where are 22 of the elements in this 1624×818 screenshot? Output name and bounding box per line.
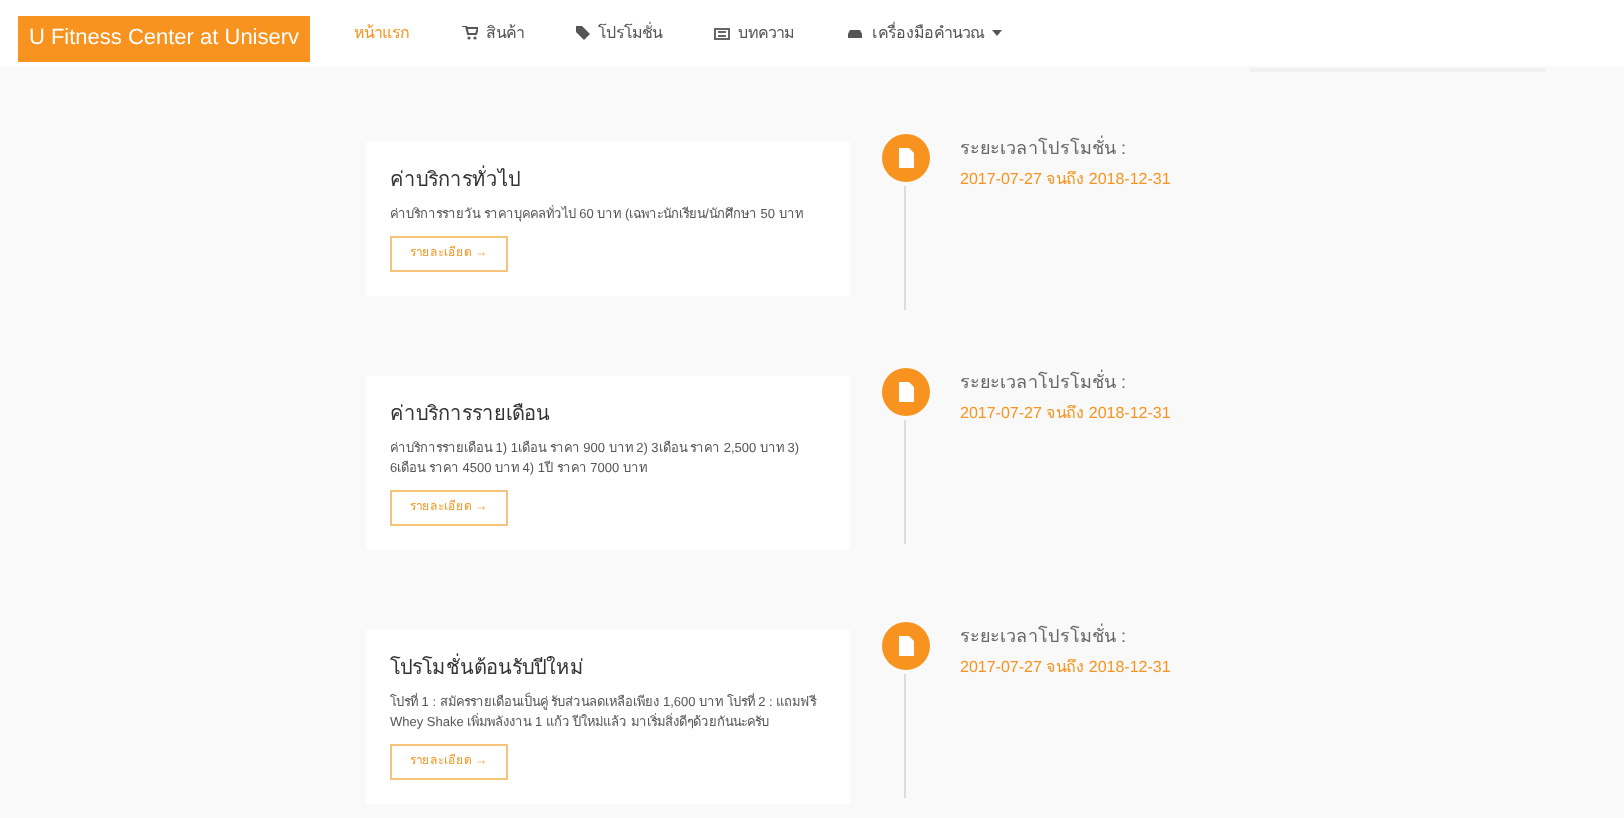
- newspaper-icon: [714, 27, 730, 39]
- nav-link[interactable]: สินค้า: [450, 21, 536, 45]
- document-icon: [881, 368, 929, 416]
- nav-link[interactable]: บทความ: [702, 21, 806, 45]
- nav-link[interactable]: โปรโมชั่น: [564, 21, 674, 45]
- car-icon: [846, 27, 864, 39]
- card-title: ค่าบริการรายเดือน: [390, 401, 552, 430]
- document-icon: [881, 134, 929, 182]
- card-title: ค่าบริการทั่วไป: [390, 166, 826, 196]
- brand-link[interactable]: U Fitness Center at Uniserv: [18, 16, 310, 62]
- period-label: ระยะเวลาโปรโมชั่น :: [960, 624, 1129, 650]
- card-title: โปรโมชั่นต้อนรับปีใหม่: [390, 654, 826, 684]
- period-label: ระยะเวลาโปรโมชั่น :: [960, 370, 1129, 396]
- nav-link[interactable]: เครื่องมือคำนวณ: [834, 21, 1014, 45]
- period-label: ระยะเวลาโปรโมชั่น :: [960, 136, 1129, 162]
- period-dates: 2017-07-27 จนถึง 2018-12-31: [960, 167, 1171, 191]
- document-icon: [881, 622, 929, 670]
- tag-icon: [576, 26, 590, 40]
- period-dates: 2017-07-27 จนถึง 2018-12-31: [960, 401, 1171, 425]
- period-dates: 2017-07-27 จนถึง 2018-12-31: [960, 655, 1171, 679]
- cart-icon: [462, 26, 478, 40]
- nav-link[interactable]: หน้าแรก: [342, 21, 422, 45]
